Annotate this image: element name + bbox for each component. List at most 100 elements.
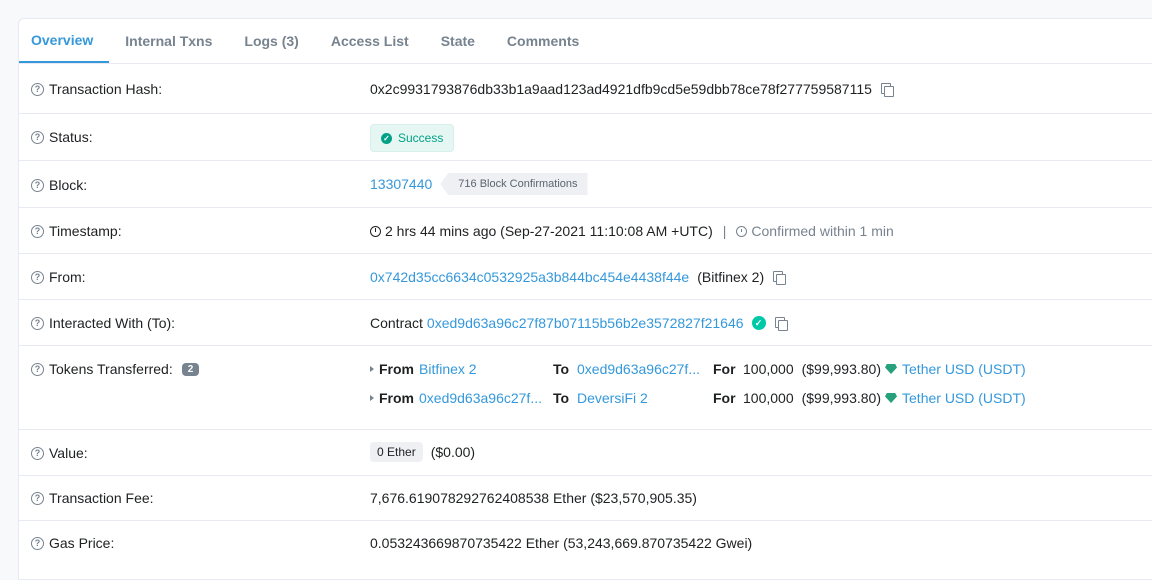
check-circle-icon: ✓ — [381, 132, 392, 144]
row-label: ? Value: — [31, 445, 88, 461]
copy-icon[interactable] — [880, 82, 894, 97]
value-wrap: 0 Ether ($0.00) — [370, 442, 475, 462]
interacted-with-label: Interacted With (To): — [49, 315, 176, 331]
tokens-transferred-label: Tokens Transferred: — [49, 361, 173, 377]
from-keyword: From — [379, 361, 414, 377]
timestamp-value: 2 hrs 44 mins ago (Sep-27-2021 11:10:08 … — [385, 223, 713, 239]
transfer-amount: 100,000 — [743, 390, 794, 406]
row-label: ? Timestamp: — [31, 223, 122, 239]
block-number-link[interactable]: 13307440 — [370, 176, 432, 192]
copy-icon[interactable] — [772, 270, 787, 285]
from-label: From: — [49, 269, 86, 285]
row-interacted-with: ? Interacted With (To): Contract 0xed9d6… — [19, 300, 1152, 346]
question-circle-icon[interactable]: ? — [31, 362, 44, 376]
status-label: Status: — [49, 129, 93, 145]
tether-gem-icon — [885, 393, 898, 403]
tab-internal-txns[interactable]: Internal Txns — [109, 19, 228, 63]
row-label: ? From: — [31, 269, 86, 285]
transfer-amount-wrap: 100,000 ($99,993.80) Tether USD (USDT) — [743, 361, 1026, 377]
transfer-usd: ($99,993.80) — [801, 361, 882, 377]
tab-overview[interactable]: Overview — [19, 19, 110, 63]
block-confirmations-badge: 716 Block Confirmations — [440, 173, 588, 195]
question-circle-icon[interactable]: ? — [31, 178, 44, 192]
row-label: ? Transaction Fee: — [31, 490, 154, 506]
value-usd: ($0.00) — [430, 444, 476, 460]
row-label: ? Gas Price: — [31, 535, 114, 551]
question-circle-icon[interactable]: ? — [31, 130, 44, 144]
transfer-from-link[interactable]: 0xed9d63a96c27f... — [419, 390, 542, 406]
transfer-usd: ($99,993.80) — [801, 390, 882, 406]
transaction-hash-value: 0x2c9931793876db33b1a9aad123ad4921dfb9cd… — [370, 81, 872, 97]
block-value-wrap: 13307440 716 Block Confirmations — [370, 173, 588, 195]
transfer-from-link[interactable]: Bitfinex 2 — [419, 361, 477, 377]
row-block: ? Block: 13307440 716 Block Confirmation… — [19, 161, 1152, 208]
transaction-hash-label: Transaction Hash: — [49, 81, 163, 97]
transaction-fee-value: 7,676.619078292762408538 Ether ($23,570,… — [370, 490, 697, 506]
transfer-amount: 100,000 — [743, 361, 794, 377]
tether-gem-icon — [885, 364, 898, 374]
to-value-wrap: Contract 0xed9d63a96c27f87b07115b56b2e35… — [370, 315, 788, 331]
row-label: ? Transaction Hash: — [31, 81, 162, 97]
row-label: ? Interacted With (To): — [31, 315, 175, 331]
question-circle-icon[interactable]: ? — [31, 82, 44, 96]
for-keyword: For — [713, 361, 736, 377]
token-transfer-row: From Bitfinex 2 — [370, 361, 477, 377]
transfer-to-link[interactable]: 0xed9d63a96c27f... — [577, 361, 700, 377]
row-gas-price: ? Gas Price: 0.053243669870735422 Ether … — [19, 521, 1152, 579]
caret-right-icon[interactable] — [370, 366, 374, 372]
to-keyword: To — [553, 361, 570, 377]
transaction-hash-value-wrap: 0x2c9931793876db33b1a9aad123ad4921dfb9cd… — [370, 81, 894, 97]
question-circle-icon[interactable]: ? — [31, 491, 44, 505]
row-value: ? Value: 0 Ether ($0.00) — [19, 430, 1152, 476]
row-transaction-hash: ? Transaction Hash: 0x2c9931793876db33b1… — [19, 64, 1152, 114]
status-value-wrap: ✓ Success — [370, 124, 455, 152]
contract-address-link[interactable]: 0xed9d63a96c27f87b07115b56b2e3572827f216… — [427, 315, 744, 331]
copy-icon[interactable] — [774, 316, 788, 331]
token-link[interactable]: Tether USD (USDT) — [902, 361, 1026, 377]
timer-icon — [736, 225, 748, 237]
tab-state[interactable]: State — [425, 19, 491, 63]
check-circle-icon: ✓ — [751, 316, 766, 330]
row-label: ? Block: — [31, 177, 87, 193]
status-text: Success — [398, 131, 444, 145]
timestamp-value-wrap: 2 hrs 44 mins ago (Sep-27-2021 11:10:08 … — [370, 223, 894, 239]
from-keyword: From — [379, 390, 414, 406]
ether-value-badge: 0 Ether — [370, 442, 423, 462]
status-badge: ✓ Success — [370, 124, 455, 152]
question-circle-icon[interactable]: ? — [31, 316, 44, 330]
transfer-amount-wrap: 100,000 ($99,993.80) Tether USD (USDT) — [743, 390, 1026, 406]
row-from: ? From: 0x742d35cc6634c0532925a3b844bc45… — [19, 254, 1152, 300]
separator: | — [722, 223, 727, 239]
transaction-card: Overview Internal Txns Logs (3) Access L… — [18, 18, 1152, 580]
from-address-link[interactable]: 0x742d35cc6634c0532925a3b844bc454e4438f4… — [370, 269, 689, 285]
tab-logs[interactable]: Logs (3) — [228, 19, 314, 63]
contract-prefix: Contract — [370, 315, 423, 331]
block-label: Block: — [49, 177, 88, 193]
token-link[interactable]: Tether USD (USDT) — [902, 390, 1026, 406]
row-tokens-transferred: ? Tokens Transferred: 2 From Bitfinex 2 … — [19, 346, 1152, 430]
row-transaction-fee: ? Transaction Fee: 7,676.619078292762408… — [19, 476, 1152, 521]
question-circle-icon[interactable]: ? — [31, 446, 44, 460]
tab-comments[interactable]: Comments — [491, 19, 595, 63]
to-keyword: To — [553, 390, 570, 406]
value-label: Value: — [49, 445, 88, 461]
gas-price-value: 0.053243669870735422 Ether (53,243,669.8… — [370, 535, 753, 551]
from-value-wrap: 0x742d35cc6634c0532925a3b844bc454e4438f4… — [370, 269, 787, 285]
question-circle-icon[interactable]: ? — [31, 270, 44, 284]
row-label: ? Status: — [31, 129, 93, 145]
gas-price-label: Gas Price: — [49, 535, 115, 551]
token-transfer-row: From 0xed9d63a96c27f... — [370, 390, 542, 406]
question-circle-icon[interactable]: ? — [31, 536, 44, 550]
tab-bar: Overview Internal Txns Logs (3) Access L… — [19, 19, 1152, 64]
token-count-badge: 2 — [181, 362, 200, 376]
clock-icon — [370, 225, 381, 237]
row-label: ? Tokens Transferred: 2 — [31, 361, 200, 377]
transaction-fee-label: Transaction Fee: — [49, 490, 154, 506]
confirmed-within: Confirmed within 1 min — [751, 223, 894, 239]
question-circle-icon[interactable]: ? — [31, 224, 44, 238]
tab-access-list[interactable]: Access List — [315, 19, 425, 63]
timestamp-label: Timestamp: — [49, 223, 122, 239]
transfer-to-link[interactable]: DeversiFi 2 — [577, 390, 648, 406]
caret-right-icon[interactable] — [370, 395, 374, 401]
row-status: ? Status: ✓ Success — [19, 114, 1152, 161]
